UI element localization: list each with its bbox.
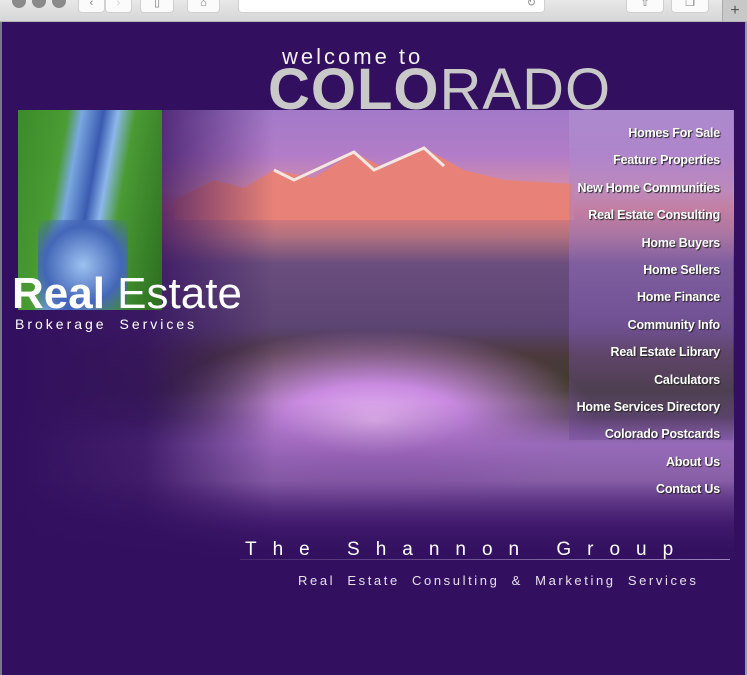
new-tab-button[interactable]: + (722, 0, 747, 21)
nav-home-finance[interactable]: Home Finance (540, 288, 720, 315)
nav-about-us[interactable]: About Us (540, 453, 720, 480)
address-bar[interactable]: ↻ (238, 0, 545, 13)
nav-home-sellers[interactable]: Home Sellers (540, 261, 720, 288)
zoom-window-button[interactable] (52, 0, 66, 8)
tabs-overview-button[interactable]: ❐ (671, 0, 709, 13)
nav-colorado-postcards[interactable]: Colorado Postcards (540, 425, 720, 452)
share-icon: ⇧ (640, 0, 650, 9)
forward-icon: › (116, 0, 121, 9)
colorado-logo: COLORADO (268, 60, 611, 120)
estate-word: Estate (104, 269, 242, 318)
page-left-edge (0, 22, 2, 675)
colorado-logo-bold: COLO (268, 57, 440, 122)
main-navigation: Homes For Sale Feature Properties New Ho… (540, 124, 721, 507)
company-name: The Shannon Group (245, 539, 690, 560)
browser-toolbar: ‹ › ▯ ⌂ ↻ ⇧ ❐ + (0, 0, 747, 22)
brokerage-services-tagline: Brokerage Services (15, 316, 198, 332)
nav-home-buyers[interactable]: Home Buyers (540, 234, 721, 261)
back-button[interactable]: ‹ (78, 0, 105, 13)
real-word: Real (12, 269, 105, 318)
nav-home-services-directory[interactable]: Home Services Directory (540, 398, 721, 425)
nav-contact-us[interactable]: Contact Us (540, 480, 720, 507)
reload-icon[interactable]: ↻ (527, 0, 536, 12)
close-window-button[interactable] (12, 0, 26, 8)
nav-feature-properties[interactable]: Feature Properties (540, 151, 720, 178)
company-services-tagline: Real Estate Consulting & Marketing Servi… (298, 573, 699, 588)
real-estate-heading: Real Estate (12, 270, 242, 318)
sidebar-icon: ▯ (153, 0, 161, 9)
nav-calculators[interactable]: Calculators (540, 371, 720, 398)
company-underline-divider (240, 559, 730, 560)
back-icon: ‹ (89, 0, 94, 9)
nav-new-home-communities[interactable]: New Home Communities (540, 179, 720, 206)
home-button[interactable]: ⌂ (187, 0, 220, 13)
tabs-icon: ❐ (685, 0, 695, 9)
plus-icon: + (730, 2, 740, 19)
home-icon: ⌂ (200, 0, 207, 9)
nav-community-info[interactable]: Community Info (540, 316, 721, 343)
share-button[interactable]: ⇧ (626, 0, 664, 13)
web-page: welcome to COLORADO Real Estate Brokerag… (0, 22, 747, 675)
nav-homes-for-sale[interactable]: Homes For Sale (540, 124, 720, 151)
nav-real-estate-consulting[interactable]: Real Estate Consulting (540, 206, 720, 233)
colorado-logo-light: RADO (439, 57, 612, 122)
nav-real-estate-library[interactable]: Real Estate Library (540, 343, 721, 370)
sidebar-button[interactable]: ▯ (140, 0, 174, 13)
forward-button[interactable]: › (105, 0, 132, 13)
minimize-window-button[interactable] (32, 0, 46, 8)
